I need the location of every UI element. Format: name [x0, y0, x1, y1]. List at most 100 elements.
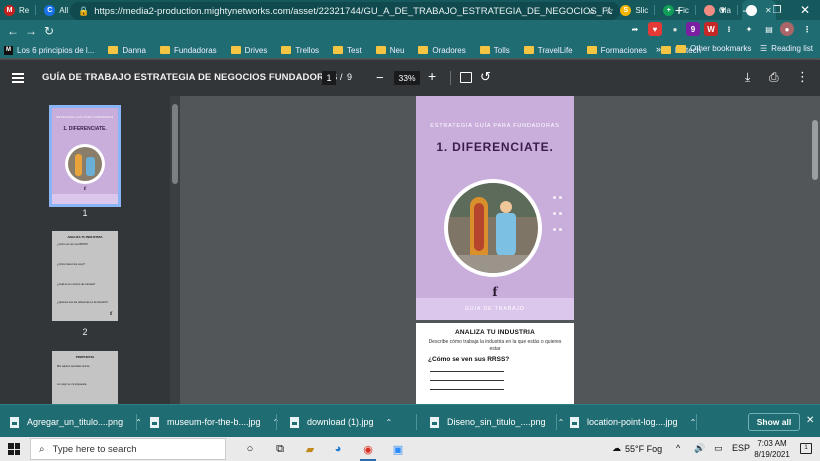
profile-avatar[interactable]: ● — [780, 22, 794, 36]
address-bar[interactable]: 🔒 https://media2-production.mightynetwor… — [70, 2, 620, 20]
extension-red-icon[interactable]: ♥ — [648, 22, 662, 36]
bookmark-item[interactable]: Neu — [375, 46, 404, 55]
file-explorer-icon[interactable]: ▰ — [302, 441, 318, 457]
tab-title: Slic — [635, 5, 649, 15]
answer-line — [430, 371, 504, 372]
extension-w-icon[interactable]: W — [704, 22, 718, 36]
file-icon — [570, 416, 579, 428]
language-indicator[interactable]: ESP — [732, 443, 750, 453]
reading-list[interactable]: ☰ Reading list — [760, 44, 813, 53]
edge-icon[interactable]: ◕ — [330, 441, 346, 457]
windows-start-icon[interactable] — [8, 443, 20, 455]
zoom-app-icon[interactable]: ▣ — [390, 441, 406, 457]
browser-window: MReCAllCCoCCoCMeCCieSSlaIFurGpoDAGfFurDE… — [0, 0, 820, 461]
page-thumbnail-1[interactable]: ESTRATEGIA GUÍA PARA FUNDADORAS 1. DIFER… — [49, 105, 121, 207]
hamburger-menu-icon[interactable] — [12, 73, 24, 83]
bookmark-item[interactable]: Drives — [230, 46, 267, 55]
restore-button[interactable]: ❐ — [770, 0, 784, 20]
bookmark-star-icon[interactable]: ☆ — [605, 6, 614, 17]
close-download-bar-icon[interactable]: ✕ — [806, 415, 814, 426]
other-bookmarks[interactable]: Other bookmarks — [676, 44, 751, 53]
browser-tab[interactable]: S Slic — [616, 0, 659, 20]
bookmark-label: Danna — [122, 45, 146, 55]
page-thumbnail-2[interactable]: ANALIZA TU INDUSTRIA ¿Cómo se ven sus RR… — [52, 231, 118, 321]
network-icon[interactable]: ▭ — [714, 443, 723, 454]
thumbnail-number-1: 1 — [82, 208, 88, 218]
extension-purple-icon[interactable]: 9 — [686, 22, 700, 36]
sidebar-scrollbar-thumb[interactable] — [172, 104, 178, 184]
folder-icon — [159, 46, 170, 54]
download-filename: museum-for-the-b....jpg — [167, 417, 261, 427]
chevron-up-icon[interactable]: ⌃ — [386, 418, 393, 427]
page2-description: Describe cómo trabaja la industria en la… — [428, 339, 562, 352]
zoom-in-button[interactable]: + — [428, 68, 436, 84]
bookmark-label: Los 6 principios de l... — [17, 45, 95, 55]
minimize-button[interactable]: — — [742, 0, 756, 20]
viewer-scrollbar-thumb[interactable] — [812, 120, 818, 180]
circle-icon — [703, 4, 715, 16]
page-number-input[interactable]: 1 — [322, 71, 336, 85]
notification-icon[interactable]: 1 — [800, 443, 812, 454]
show-all-button[interactable]: Show all — [748, 413, 800, 431]
bookmark-item[interactable]: Oradores — [418, 46, 466, 55]
close-window-button[interactable]: ✕ — [798, 0, 812, 20]
zoom-input[interactable]: 33% — [394, 71, 420, 85]
extensions-puzzle-icon[interactable]: ✦ — [742, 22, 756, 36]
bookmark-item[interactable]: Danna — [108, 46, 146, 55]
lock-icon: 🔒 — [78, 5, 90, 16]
extension-grey-icon[interactable]: ● — [668, 22, 682, 36]
pdf-viewer[interactable]: ESTRATEGIA GUÍA PARA FUNDADORAS 1. DIFER… — [180, 96, 820, 404]
bookmark-item[interactable]: Test — [333, 46, 362, 55]
bookmark-item[interactable]: TravelLife — [523, 45, 573, 55]
bookmark-item[interactable]: M Los 6 principios de l... — [4, 45, 95, 55]
download-item[interactable]: museum-for-the-b....jpg⌃ — [140, 411, 279, 433]
extension-dots-icon[interactable]: ⁝ — [722, 22, 736, 36]
new-tab-button[interactable]: + — [672, 0, 686, 20]
download-item[interactable]: location-point-log....jpg ⌃ — [560, 411, 696, 433]
task-view-icon[interactable]: ⧉ — [272, 441, 288, 457]
page1-subtitle: ESTRATEGIA GUÍA PARA FUNDADORAS — [430, 123, 560, 129]
bookmark-label: Trellos — [295, 45, 320, 55]
page-thumbnail-3[interactable]: PROPUESTA Mis valores centrales únicos L… — [52, 351, 118, 404]
bookmark-label: TravelLife — [537, 45, 573, 55]
tab-title: All — [59, 5, 69, 15]
folder-icon — [230, 46, 241, 54]
thumb2-line: ANALIZA TU INDUSTRIA — [67, 235, 103, 239]
chrome-menu-icon[interactable]: ⋮ — [800, 22, 814, 36]
download-separator — [276, 414, 277, 430]
reload-icon[interactable]: ↻ — [40, 22, 58, 40]
volume-icon[interactable]: 🔊 — [694, 443, 705, 454]
page2-question: ¿Cómo se ven sus RRSS? — [428, 356, 510, 363]
rotate-icon[interactable]: ↺ — [480, 69, 491, 85]
download-item[interactable]: download (1).jpg ⌃ — [280, 411, 392, 433]
tray-overflow-icon[interactable]: ^ — [676, 443, 680, 453]
tab-separator — [35, 5, 37, 15]
search-icon[interactable]: ⌕ — [589, 6, 595, 17]
tab-search-icon[interactable]: ▼ — [716, 0, 730, 20]
print-icon[interactable]: ⎙ — [769, 70, 779, 85]
cortana-icon[interactable]: ○ — [242, 441, 258, 457]
bookmark-item[interactable]: Tolls — [479, 46, 510, 55]
more-actions-icon[interactable]: ⋮ — [796, 69, 809, 85]
download-item[interactable]: Diseno_sin_titulo_....png ⌃ — [420, 411, 564, 433]
download-icon[interactable]: ⤓ — [745, 70, 750, 85]
bookmark-item[interactable]: Fundadoras — [159, 46, 217, 55]
zoom-out-button[interactable]: − — [376, 70, 384, 85]
download-filename: location-point-log....jpg — [587, 417, 678, 427]
fit-to-page-icon[interactable] — [460, 72, 472, 83]
url-text[interactable]: https://media2-production.mightynetworks… — [94, 6, 612, 17]
system-clock[interactable]: 7:03 AM 8/19/2021 — [752, 438, 792, 460]
sidebar-toggle-icon[interactable]: ▤ — [762, 22, 776, 36]
bookmark-item[interactable]: Trellos — [281, 46, 319, 55]
taskbar-search-input[interactable]: ⌕ Type here to search — [30, 438, 226, 460]
browser-tab[interactable]: M Re — [0, 0, 40, 20]
forward-arrow-icon[interactable]: → — [22, 22, 40, 40]
chrome-taskbar-icon[interactable]: ◉ — [360, 441, 376, 457]
share-arrow-icon[interactable]: ➦ — [628, 22, 642, 36]
back-arrow-icon[interactable]: ← — [4, 22, 22, 40]
weather-widget[interactable]: ☁ 55°F Fog — [612, 443, 662, 454]
bookmarks-overflow-button[interactable]: » — [656, 44, 661, 54]
download-item[interactable]: Agregar_un_titulo....png ⌃ — [0, 411, 142, 433]
bookmark-item[interactable]: Formaciones — [586, 46, 647, 55]
page1-logo: f — [492, 285, 498, 299]
